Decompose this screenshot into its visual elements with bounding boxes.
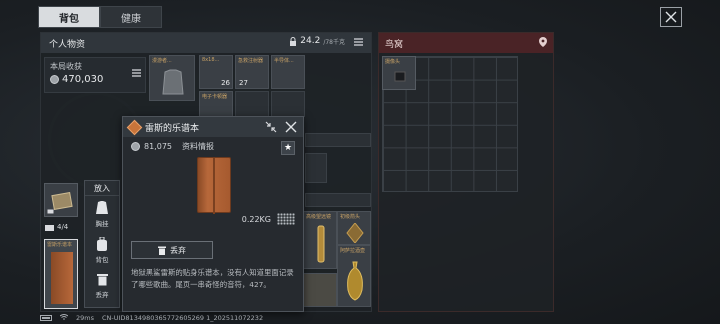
put-into-title: 放入	[85, 181, 119, 196]
item-slot-ammo[interactable]: 8x18... 26	[199, 55, 233, 89]
item-slot-wine-pot[interactable]: 阿萨拉酒壶	[337, 245, 371, 307]
arrowhead-icon	[346, 223, 364, 243]
close-button[interactable]	[660, 7, 682, 27]
item-slot-music-book[interactable]: 雷斯乐谱本	[44, 239, 78, 309]
popup-title: 雷斯的乐谱本	[145, 123, 200, 134]
capacity-badge: 4/4	[45, 223, 68, 231]
income-label: 本局收获	[50, 62, 82, 71]
popup-price-row: 81,075 资料情报	[123, 137, 303, 156]
tab-backpack[interactable]: 背包	[38, 6, 100, 28]
coin-icon	[50, 75, 59, 84]
item-label: 摄像头	[385, 59, 401, 65]
ping-value: 29ms	[76, 314, 94, 322]
empty-slot[interactable]	[235, 91, 269, 117]
income-box: 本局收获 470,030	[44, 57, 146, 93]
notebook-icon	[51, 192, 73, 210]
coin-icon	[131, 142, 140, 151]
item-description: 地狱黑鲨雷斯的贴身乐谱本，没有人知道里面记录了哪些歌曲。尾页一串奇怪的音符，42…	[131, 268, 294, 289]
collapse-icon[interactable]	[265, 121, 277, 133]
music-book-image	[197, 157, 231, 214]
backpack-icon	[97, 236, 107, 251]
popup-price: 81,075	[144, 142, 172, 151]
discard-button-label: 丢弃	[170, 245, 186, 255]
discard-label: 丢弃	[95, 291, 109, 299]
discard-menu-button[interactable]: 丢弃	[85, 268, 119, 304]
nest-panel-title: 鸟窝	[385, 39, 404, 50]
wifi-icon	[59, 314, 69, 322]
item-slot-telescope[interactable]: 高级望远镜	[303, 211, 337, 269]
item-label: 雷斯乐谱本	[47, 242, 73, 248]
income-value: 470,030	[62, 74, 104, 85]
discard-button[interactable]: 丢弃	[131, 241, 213, 259]
trash-icon	[158, 246, 166, 255]
item-slot-camera[interactable]: 摄像头	[382, 56, 416, 90]
sort-list-icon[interactable]	[354, 38, 363, 49]
item-slot-arrowhead[interactable]: 初级箭头	[337, 211, 371, 245]
item-label: 半导体...	[274, 58, 294, 64]
wine-pot-icon	[347, 261, 363, 301]
item-slot-jammer[interactable]: 电子卡顿器	[199, 91, 233, 117]
rarity-diamond-icon	[126, 119, 143, 135]
item-slot-injector[interactable]: 急救注射器 27	[235, 55, 269, 89]
put-into-menu: 放入 胸挂 背包 丢弃	[84, 180, 120, 308]
empty-slot[interactable]	[271, 91, 305, 117]
item-label: 初级箭头	[340, 214, 361, 220]
capacity-count: 4/4	[57, 223, 69, 231]
popup-header: 雷斯的乐谱本	[123, 117, 303, 137]
status-bar: 29ms CN-UID8134980365772605269 1_2025110…	[40, 314, 263, 322]
weight-indicator: 24.2 /78千克	[289, 36, 345, 46]
item-label: 高级望远镜	[306, 214, 332, 220]
battery-icon	[40, 315, 52, 321]
item-label: 急救注射器	[238, 58, 264, 64]
vest-label: 胸挂	[95, 219, 109, 228]
music-book-thumbnail	[51, 252, 73, 304]
empty-slot[interactable]	[305, 153, 327, 183]
nest-panel-header: 鸟窝	[379, 33, 553, 53]
vest-item-icon	[162, 69, 184, 95]
location-pin-icon[interactable]	[539, 37, 547, 50]
telescope-icon	[317, 225, 325, 263]
lock-icon	[290, 36, 297, 46]
put-into-backpack-button[interactable]: 背包	[85, 232, 119, 268]
weight-value: 24.2	[300, 36, 321, 46]
income-value-row: 470,030	[50, 74, 140, 85]
item-count: 26	[221, 79, 230, 87]
item-label: 8x18...	[202, 57, 220, 63]
weight-cap: /78千克	[323, 38, 345, 46]
item-slot-semiconductor[interactable]: 半导体...	[271, 55, 305, 89]
item-slot-scroll[interactable]	[303, 273, 337, 307]
trash-icon	[96, 274, 108, 286]
close-icon	[665, 11, 677, 23]
popup-category: 资料情报	[182, 142, 214, 151]
put-into-vest-button[interactable]: 胸挂	[85, 196, 119, 232]
popup-weight-row: 0.22KG	[242, 213, 295, 225]
container-bar	[305, 193, 371, 207]
personal-panel-title: 个人物资	[49, 39, 86, 50]
item-label: 阿萨拉酒壶	[340, 248, 366, 254]
popup-weight: 0.22KG	[241, 214, 271, 224]
medkit-icon	[45, 224, 54, 231]
camera-icon	[394, 71, 406, 82]
item-label: 电子卡顿器	[202, 94, 228, 100]
tab-health[interactable]: 健康	[100, 6, 162, 28]
bird-nest-panel: 鸟窝 摄像头	[378, 32, 554, 312]
vest-icon	[96, 200, 108, 214]
personal-panel-header: 个人物资 24.2 /78千克	[41, 33, 371, 53]
item-count: 27	[239, 79, 248, 87]
close-icon[interactable]	[285, 121, 297, 133]
income-list-icon[interactable]	[132, 62, 141, 81]
favorite-star-button[interactable]: ★	[281, 141, 295, 155]
item-label: 漫游者...	[152, 58, 172, 64]
item-slot-vest[interactable]: 漫游者...	[149, 55, 195, 101]
lock-icon	[47, 209, 54, 214]
top-tabs: 背包 健康	[38, 6, 162, 28]
container-bar	[305, 133, 371, 147]
uid-text: CN-UID8134980365772605269 1_202511072232	[102, 314, 264, 322]
item-detail-popup: 雷斯的乐谱本 81,075 资料情报 ★ 0.22KG 丢弃 地狱黑鲨雷斯的贴身…	[122, 116, 304, 312]
backpack-label: 背包	[95, 255, 109, 264]
item-slot-notebook[interactable]	[44, 183, 78, 217]
size-grid-icon	[277, 213, 295, 225]
